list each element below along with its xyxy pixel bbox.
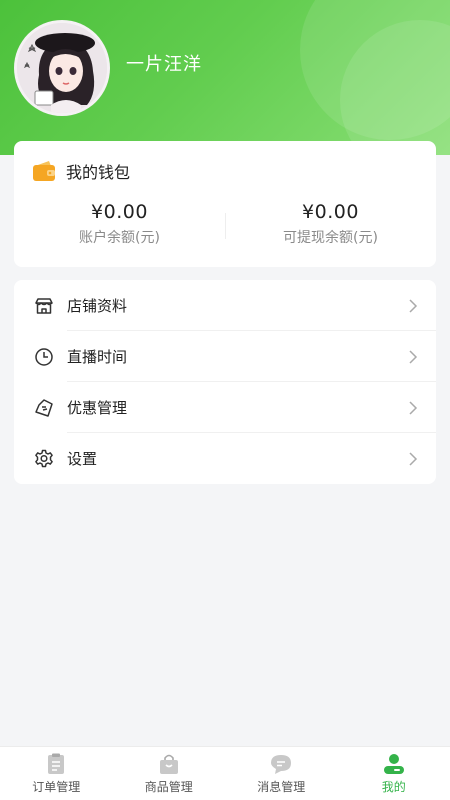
tab-message-management[interactable]: 消息管理	[225, 747, 338, 800]
avatar-girl-illustration	[17, 23, 107, 113]
clock-icon	[35, 347, 53, 366]
chevron-right-icon	[409, 298, 418, 313]
coupon-icon	[35, 398, 53, 417]
tab-order-management[interactable]: 订单管理	[0, 747, 113, 800]
wallet-card[interactable]: 我的钱包 ¥0.00 账户余额(元) ¥0.00 可提现余额(元)	[14, 141, 436, 267]
menu-card: 店铺资料 直播时间 优惠管理 设置	[14, 280, 436, 484]
username: 一片汪洋	[126, 54, 202, 75]
tab-product-management[interactable]: 商品管理	[113, 747, 226, 800]
profile-header: 一片汪洋	[0, 0, 450, 155]
account-balance[interactable]: ¥0.00 账户余额(元)	[14, 201, 225, 247]
tab-label: 订单管理	[32, 780, 81, 794]
gear-icon	[35, 449, 53, 467]
menu-item-store-info[interactable]: 店铺资料	[14, 280, 436, 331]
menu-item-label: 店铺资料	[67, 297, 128, 315]
chevron-right-icon	[409, 349, 418, 364]
user-profile-icon	[383, 754, 404, 774]
tab-label: 消息管理	[257, 780, 306, 794]
bottom-tab-bar: 订单管理 商品管理 消息管理 我的	[0, 746, 450, 800]
account-balance-amount: ¥0.00	[91, 201, 148, 223]
menu-item-label: 直播时间	[67, 348, 128, 366]
chevron-right-icon	[409, 451, 418, 466]
avatar[interactable]	[14, 20, 110, 116]
withdrawable-balance-label: 可提现余额(元)	[283, 230, 378, 246]
message-bubble-icon	[271, 755, 291, 774]
chevron-right-icon	[409, 400, 418, 415]
withdrawable-balance[interactable]: ¥0.00 可提现余额(元)	[225, 201, 436, 247]
menu-item-settings[interactable]: 设置	[14, 433, 436, 484]
tab-label: 商品管理	[144, 780, 193, 794]
menu-item-discount-management[interactable]: 优惠管理	[14, 382, 436, 433]
tab-label: 我的	[381, 780, 406, 794]
wallet-icon	[33, 161, 55, 181]
menu-item-label: 优惠管理	[67, 399, 128, 417]
wallet-title: 我的钱包	[66, 163, 131, 182]
menu-item-label: 设置	[67, 450, 98, 468]
shopping-bag-icon	[159, 754, 178, 774]
store-icon	[35, 297, 53, 314]
tab-mine[interactable]: 我的	[338, 747, 450, 800]
order-list-icon	[48, 753, 64, 774]
withdrawable-balance-amount: ¥0.00	[302, 201, 359, 223]
wallet-title-row: 我的钱包	[32, 159, 130, 183]
menu-item-live-time[interactable]: 直播时间	[14, 331, 436, 382]
account-balance-label: 账户余额(元)	[79, 230, 160, 246]
